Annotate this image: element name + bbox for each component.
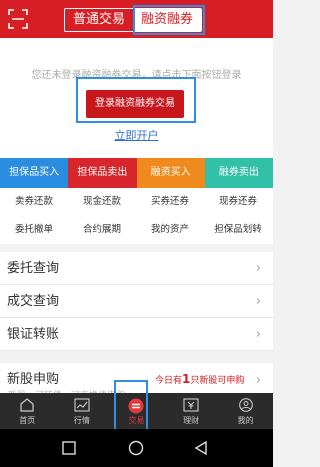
grid-item-collateral-transfer[interactable]: 担保品划转 xyxy=(204,216,272,244)
menu-deal-query[interactable]: 成交查询 › xyxy=(0,285,273,318)
home-icon xyxy=(20,398,34,412)
chart-icon xyxy=(74,398,90,412)
chevron-right-icon: › xyxy=(255,261,261,276)
grid-item-stock-return[interactable]: 现券还券 xyxy=(204,188,272,216)
recent-apps-icon[interactable] xyxy=(60,439,78,457)
finance-icon xyxy=(183,398,199,412)
tab-normal-trade[interactable]: 普通交易 xyxy=(65,9,133,31)
highlight-trade-tab xyxy=(114,380,148,432)
grid-item-sell-repay[interactable]: 卖券还款 xyxy=(0,188,68,216)
ipo-today-notice: 今日有1只新股可申购 xyxy=(155,372,245,386)
menu-label: 银证转账 xyxy=(7,327,60,342)
tab-label: 首页 xyxy=(19,416,36,425)
function-grid: 卖券还款 现金还款 买券还券 现券还券 委托撤单 合约展期 我的资产 担保品划转 xyxy=(0,188,273,244)
quick-actions: 担保品买入 担保品卖出 融资买入 融券卖出 xyxy=(0,158,273,188)
tab-finance[interactable]: 理财 xyxy=(164,393,219,429)
user-icon xyxy=(238,398,253,412)
tab-market[interactable]: 行情 xyxy=(55,393,110,429)
grid-item-buy-return[interactable]: 买券还券 xyxy=(136,188,204,216)
highlight-margin-tab xyxy=(133,5,205,35)
tab-label: 理财 xyxy=(183,416,200,425)
highlight-login-button xyxy=(76,77,196,123)
margin-buy-button[interactable]: 融资买入 xyxy=(136,158,205,188)
chevron-right-icon: › xyxy=(255,294,261,309)
chevron-right-icon: › xyxy=(255,373,261,388)
grid-item-cash-repay[interactable]: 现金还款 xyxy=(68,188,136,216)
menu-order-query[interactable]: 委托查询 › xyxy=(0,252,273,285)
tab-home[interactable]: 首页 xyxy=(0,393,55,429)
menu-label: 委托查询 xyxy=(7,261,60,276)
tab-mine[interactable]: 我的 xyxy=(218,393,273,429)
home-circle-icon[interactable] xyxy=(127,439,145,457)
menu-label: 成交查询 xyxy=(7,294,60,309)
back-icon[interactable] xyxy=(192,439,210,457)
scan-icon[interactable] xyxy=(8,9,28,29)
short-sell-button[interactable]: 融券卖出 xyxy=(204,158,273,188)
grid-item-contract-extend[interactable]: 合约展期 xyxy=(68,216,136,244)
chevron-right-icon: › xyxy=(255,327,261,342)
menu-bank-transfer[interactable]: 银证转账 › xyxy=(0,318,273,351)
collateral-buy-button[interactable]: 担保品买入 xyxy=(0,158,69,188)
open-account-link[interactable]: 立即开户 xyxy=(0,127,273,143)
collateral-sell-button[interactable]: 担保品卖出 xyxy=(68,158,137,188)
tab-label: 我的 xyxy=(237,416,254,425)
tab-label: 行情 xyxy=(73,416,90,425)
ipo-label: 新股申购 xyxy=(7,372,60,387)
grid-item-cancel-order[interactable]: 委托撤单 xyxy=(0,216,68,244)
grid-item-my-assets[interactable]: 我的资产 xyxy=(136,216,204,244)
system-nav-bar xyxy=(0,429,273,467)
